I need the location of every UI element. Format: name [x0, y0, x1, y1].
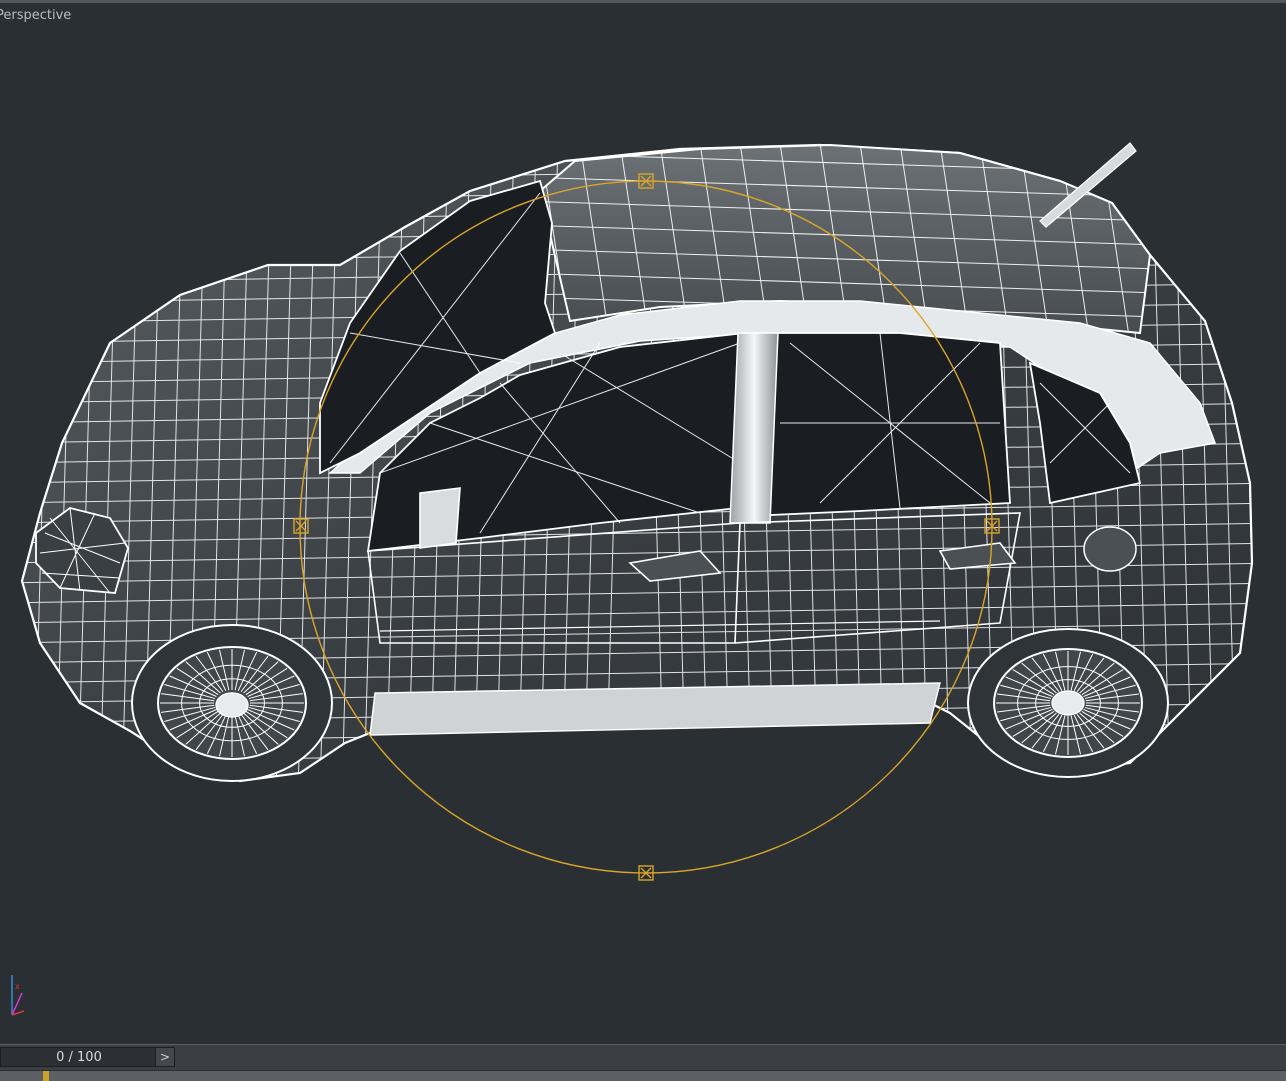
axis-tripod-icon: x — [11, 975, 25, 1016]
b-pillar — [729, 332, 779, 524]
front-wheel — [131, 624, 333, 782]
rear-wheel — [967, 628, 1169, 778]
svg-text:x: x — [15, 982, 20, 991]
frame-counter: 0 / 100 — [56, 1050, 102, 1065]
next-frame-button[interactable]: > — [155, 1047, 175, 1067]
time-slider[interactable]: 0 / 100 — [0, 1047, 156, 1067]
car-wireframe-model[interactable] — [0, 3, 1286, 1044]
track-bar[interactable] — [0, 1070, 1286, 1081]
fuel-cap — [1083, 526, 1137, 572]
time-slider-bar: 0 / 100 > — [0, 1044, 1286, 1081]
perspective-viewport[interactable]: Perspective x — [0, 0, 1286, 1044]
